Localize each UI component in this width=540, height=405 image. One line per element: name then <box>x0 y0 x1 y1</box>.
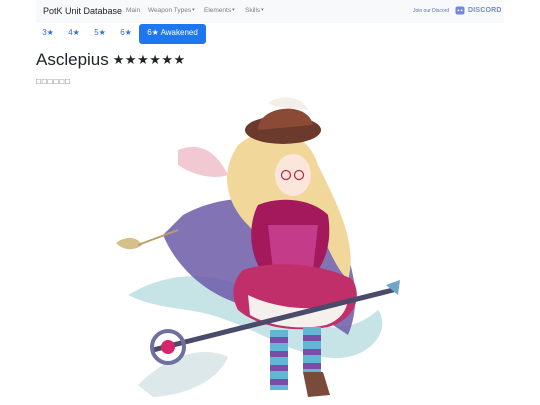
page-title: Asclepius ★★★★★★ <box>36 50 186 70</box>
join-discord-link[interactable]: Join our Discord <box>413 8 449 14</box>
nav-skills-dropdown[interactable]: Skills▾ <box>245 7 264 14</box>
tab-3-star[interactable]: 3★ <box>36 24 60 44</box>
tab-6-star-awakened[interactable]: 6★ Awakened <box>139 24 206 44</box>
caret-down-icon: ▾ <box>232 7 235 13</box>
unit-japanese-name: □□□□□□ <box>36 77 71 86</box>
star-rating: ★★★★★★ <box>112 52 186 67</box>
discord-icon <box>455 6 465 15</box>
unit-artwork <box>116 97 400 397</box>
top-navbar: PotK Unit Database Main Weapon Types▾ El… <box>36 0 504 23</box>
unit-name: Asclepius <box>36 50 109 69</box>
nav-weapon-types-dropdown[interactable]: Weapon Types▾ <box>148 7 195 14</box>
caret-down-icon: ▾ <box>192 7 195 13</box>
discord-wordmark: DISCORD <box>468 7 502 14</box>
tab-4-star[interactable]: 4★ <box>62 24 86 44</box>
nav-elements-dropdown[interactable]: Elements▾ <box>204 7 235 14</box>
discord-logo-link[interactable]: DISCORD <box>455 5 502 16</box>
brand-link[interactable]: PotK Unit Database <box>43 6 122 16</box>
nav-main[interactable]: Main <box>126 7 140 14</box>
caret-down-icon: ▾ <box>261 7 264 13</box>
tab-5-star[interactable]: 5★ <box>88 24 112 44</box>
tab-6-star[interactable]: 6★ <box>114 24 138 44</box>
